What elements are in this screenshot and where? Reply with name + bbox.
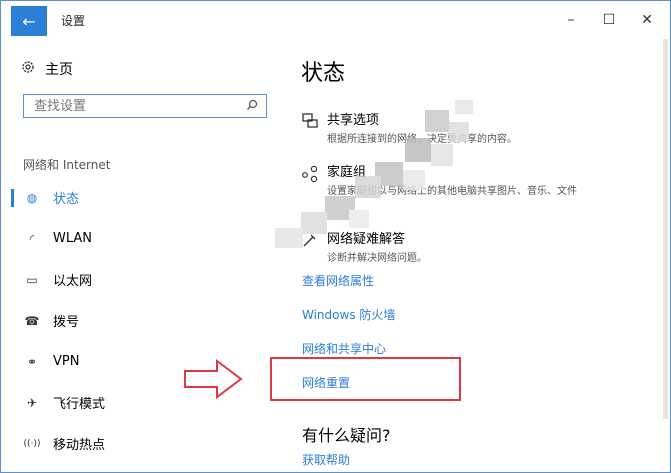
wifi-icon: ◜ xyxy=(29,231,35,246)
get-help-link[interactable]: 获取帮助 xyxy=(302,451,350,468)
nav-list: ◍ 状态 ◜ WLAN ▭ 以太网 ☎ 拨号 ⚭ VPN ✈ 飞行模式 ((·)… xyxy=(1,177,283,464)
highlight-box xyxy=(270,357,461,401)
sidebar-item-label: 飞行模式 xyxy=(53,397,106,412)
sidebar-item-label: 拨号 xyxy=(53,315,80,330)
close-button[interactable]: ✕ xyxy=(632,9,662,31)
section-label: 网络和 Internet xyxy=(23,158,111,172)
sidebar-item-label: 状态 xyxy=(53,192,80,207)
link-view-network-properties[interactable]: 查看网络属性 xyxy=(302,272,374,289)
window-title: 设置 xyxy=(61,14,86,28)
minimize-button[interactable]: – xyxy=(556,9,586,31)
link-windows-firewall[interactable]: Windows 防火墙 xyxy=(302,306,395,323)
gear-icon xyxy=(21,60,35,78)
page-title: 状态 xyxy=(301,61,346,86)
sidebar-item-status[interactable]: ◍ 状态 xyxy=(1,177,283,218)
scrollbar[interactable] xyxy=(663,39,668,419)
globe-icon: ◍ xyxy=(26,190,38,205)
sidebar-item-mobile-hotspot[interactable]: ((·)) 移动热点 xyxy=(1,423,283,464)
help-heading: 有什么疑问? xyxy=(302,426,391,445)
search-input[interactable] xyxy=(32,97,246,115)
sidebar-item-dialup[interactable]: ☎ 拨号 xyxy=(1,300,283,341)
sidebar-item-label: 移动热点 xyxy=(53,438,106,453)
airplane-icon: ✈ xyxy=(26,395,38,410)
home-label: 主页 xyxy=(45,62,73,78)
vpn-icon: ⚭ xyxy=(26,354,38,369)
sidebar-item-home[interactable]: 主页 xyxy=(21,59,73,79)
mosaic-overlay xyxy=(255,100,505,260)
sidebar-item-wlan[interactable]: ◜ WLAN xyxy=(1,218,283,259)
ethernet-icon: ▭ xyxy=(26,272,38,287)
sidebar-item-ethernet[interactable]: ▭ 以太网 xyxy=(1,259,283,300)
sidebar-item-label: VPN xyxy=(53,354,80,369)
sidebar-item-label: WLAN xyxy=(53,231,93,246)
hotspot-icon: ((·)) xyxy=(23,438,41,449)
back-button[interactable]: ← xyxy=(11,6,47,36)
arrow-annotation-icon xyxy=(184,359,243,399)
back-arrow-icon: ← xyxy=(22,11,36,31)
maximize-icon: ☐ xyxy=(602,12,616,28)
sidebar-item-label: 以太网 xyxy=(53,274,93,289)
link-network-sharing-center[interactable]: 网络和共享中心 xyxy=(302,340,386,357)
minimize-icon: – xyxy=(567,12,575,28)
sidebar: 主页 网络和 Internet ◍ 状态 ◜ WLAN ▭ 以太网 ☎ xyxy=(1,39,283,472)
maximize-button[interactable]: ☐ xyxy=(594,9,624,31)
search-box[interactable] xyxy=(23,94,267,118)
dialup-icon: ☎ xyxy=(24,313,40,328)
close-icon: ✕ xyxy=(641,12,653,28)
title-bar: ← 设置 – ☐ ✕ xyxy=(1,1,670,39)
